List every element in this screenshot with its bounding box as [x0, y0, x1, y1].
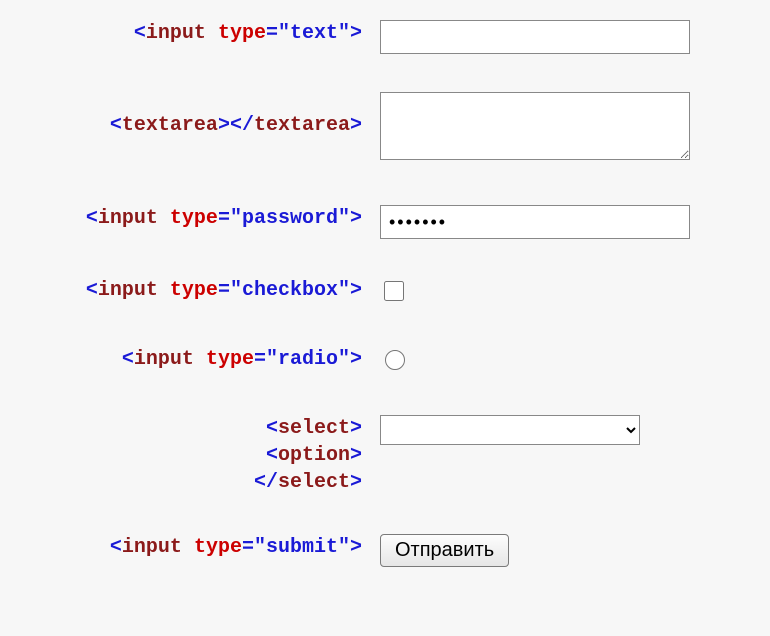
- tag-name: input: [146, 22, 206, 45]
- equals: =: [266, 22, 278, 45]
- tag-name: select: [278, 417, 350, 440]
- row-select: <select> <option> </select>: [25, 415, 745, 496]
- punct-open: <: [266, 444, 278, 467]
- punct-close-end: >: [350, 471, 362, 494]
- space: [158, 207, 170, 230]
- equals: =: [254, 348, 266, 371]
- code-label-password: <input type="password">: [25, 205, 380, 232]
- submit-button[interactable]: Отправить: [380, 534, 509, 567]
- tag-name: option: [278, 444, 350, 467]
- punct-open: <: [266, 417, 278, 440]
- tag-name-end: select: [278, 471, 350, 494]
- space: [194, 348, 206, 371]
- space: [158, 279, 170, 302]
- attr-name: type: [170, 207, 218, 230]
- attr-value: "text": [278, 22, 350, 45]
- tag-name: textarea: [122, 114, 218, 137]
- tag-name: input: [98, 207, 158, 230]
- space: [182, 536, 194, 559]
- attr-value: "submit": [254, 536, 350, 559]
- space: [206, 22, 218, 45]
- punct-close: >: [350, 536, 362, 559]
- attr-name: type: [194, 536, 242, 559]
- row-password: <input type="password">: [25, 205, 745, 239]
- punct-open: <: [110, 114, 122, 137]
- punct-close: >: [350, 22, 362, 45]
- punct-close: >: [350, 279, 362, 302]
- punct-open: <: [86, 207, 98, 230]
- punct-open-end: </: [254, 471, 278, 494]
- attr-value: "checkbox": [230, 279, 350, 302]
- row-radio: <input type="radio">: [25, 346, 745, 377]
- tag-name-end: textarea: [254, 114, 350, 137]
- row-text-input: <input type="text">: [25, 20, 745, 54]
- punct-close-end: >: [350, 114, 362, 137]
- row-checkbox: <input type="checkbox">: [25, 277, 745, 308]
- punct-open: <: [86, 279, 98, 302]
- password-input[interactable]: [380, 205, 690, 239]
- form-elements-reference: <input type="text"> <textarea></textarea…: [0, 0, 770, 636]
- code-label-select: <select> <option> </select>: [25, 415, 380, 496]
- tag-name: input: [134, 348, 194, 371]
- equals: =: [218, 279, 230, 302]
- attr-value: "radio": [266, 348, 350, 371]
- equals: =: [242, 536, 254, 559]
- select-line-2: <option>: [266, 442, 362, 469]
- punct-close: >: [350, 207, 362, 230]
- punct-close: >: [350, 444, 362, 467]
- checkbox-input[interactable]: [384, 281, 404, 301]
- code-label-text-input: <input type="text">: [25, 20, 380, 47]
- punct-open-end: </: [230, 114, 254, 137]
- code-label-checkbox: <input type="checkbox">: [25, 277, 380, 304]
- tag-name: input: [98, 279, 158, 302]
- radio-input[interactable]: [385, 350, 405, 370]
- code-label-radio: <input type="radio">: [25, 346, 380, 373]
- select-line-3: </select>: [254, 469, 362, 496]
- code-label-submit: <input type="submit">: [25, 534, 380, 561]
- select-input[interactable]: [380, 415, 640, 445]
- textarea-input[interactable]: [380, 92, 690, 160]
- punct-close: >: [350, 417, 362, 440]
- equals: =: [218, 207, 230, 230]
- punct-close: >: [218, 114, 230, 137]
- attr-value: "password": [230, 207, 350, 230]
- row-textarea: <textarea></textarea>: [25, 92, 745, 167]
- row-submit: <input type="submit"> Отправить: [25, 534, 745, 567]
- punct-open: <: [122, 348, 134, 371]
- attr-name: type: [170, 279, 218, 302]
- code-label-textarea: <textarea></textarea>: [25, 92, 380, 139]
- tag-name: input: [122, 536, 182, 559]
- punct-open: <: [134, 22, 146, 45]
- select-line-1: <select>: [266, 415, 362, 442]
- attr-name: type: [206, 348, 254, 371]
- attr-name: type: [218, 22, 266, 45]
- text-input[interactable]: [380, 20, 690, 54]
- punct-close: >: [350, 348, 362, 371]
- punct-open: <: [110, 536, 122, 559]
